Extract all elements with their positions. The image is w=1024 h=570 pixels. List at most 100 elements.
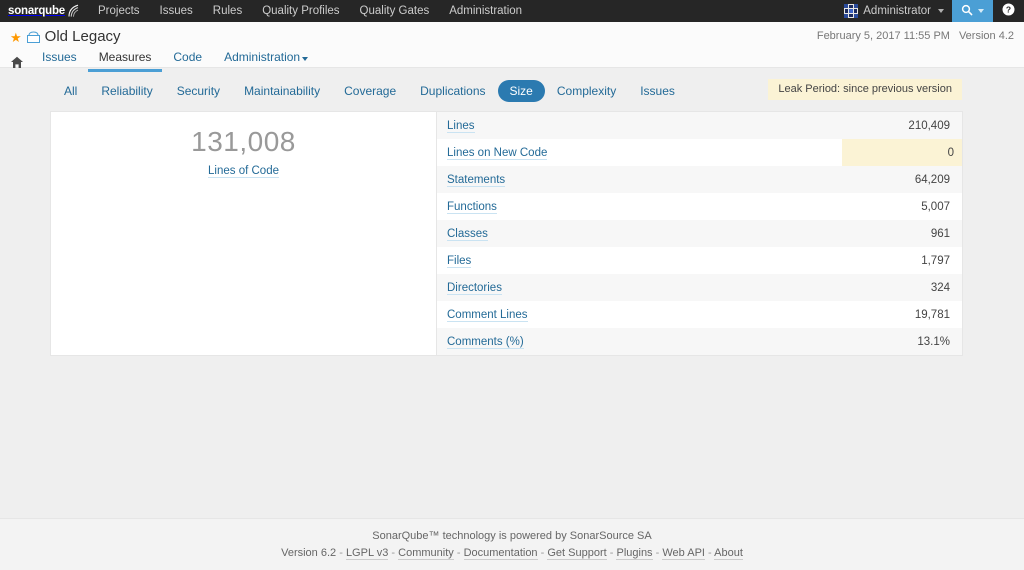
measure-value-statements: 64,209 bbox=[914, 173, 950, 186]
table-row[interactable]: Files 1,797 bbox=[437, 247, 962, 274]
global-navbar: sonarqube Projects Issues Rules Quality … bbox=[0, 0, 1024, 22]
svg-text:?: ? bbox=[1006, 5, 1011, 15]
measure-name-cell: Lines on New Code bbox=[437, 139, 842, 166]
footer-link-lgpl[interactable]: LGPL v3 bbox=[345, 547, 389, 560]
measure-value-comments-percent: 13.1% bbox=[917, 335, 950, 348]
chevron-down-icon bbox=[938, 9, 944, 13]
sonarqube-logo-text: sonarqube bbox=[8, 5, 65, 17]
domain-tab-duplications[interactable]: Duplications bbox=[408, 80, 497, 102]
footer-link-web-api[interactable]: Web API bbox=[662, 547, 705, 560]
overview-measure: 131,008 Lines of Code bbox=[51, 112, 437, 355]
footer-links: Version 6.2 - LGPL v3 - Community - Docu… bbox=[0, 545, 1024, 562]
help-button[interactable]: ? bbox=[993, 0, 1024, 22]
table-row[interactable]: Comments (%) 13.1% bbox=[437, 328, 962, 355]
global-menu: Projects Issues Rules Quality Profiles Q… bbox=[88, 0, 532, 22]
measures-table: Lines 210,409 Lines on New Code 0 Statem… bbox=[437, 112, 962, 355]
measure-link-comments-percent[interactable]: Comments (%) bbox=[447, 335, 524, 349]
measure-name-cell: Files bbox=[437, 247, 842, 274]
page-footer: SonarQube™ technology is powered by Sona… bbox=[0, 518, 1024, 570]
measure-link-functions[interactable]: Functions bbox=[447, 200, 497, 214]
footer-version: Version 6.2 bbox=[281, 547, 337, 559]
project-icon bbox=[26, 31, 40, 43]
measure-name-cell: Directories bbox=[437, 274, 842, 301]
global-nav-item-administration[interactable]: Administration bbox=[439, 0, 532, 22]
measures-list: Lines 210,409 Lines on New Code 0 Statem… bbox=[437, 112, 962, 355]
footer-link-get-support[interactable]: Get Support bbox=[547, 547, 607, 560]
measure-link-statements[interactable]: Statements bbox=[447, 173, 506, 187]
user-menu-label: Administrator bbox=[863, 5, 931, 17]
footer-link-community[interactable]: Community bbox=[398, 547, 454, 560]
footer-separator: - bbox=[708, 547, 712, 559]
measure-link-classes[interactable]: Classes bbox=[447, 227, 488, 241]
search-icon bbox=[961, 4, 973, 19]
table-row[interactable]: Directories 324 bbox=[437, 274, 962, 301]
table-row[interactable]: Statements 64,209 bbox=[437, 166, 962, 193]
measure-link-files[interactable]: Files bbox=[447, 254, 472, 268]
overview-label: Lines of Code bbox=[51, 165, 436, 178]
chevron-down-icon bbox=[302, 57, 309, 61]
measure-value-lines: 210,409 bbox=[908, 119, 950, 132]
table-row[interactable]: Classes 961 bbox=[437, 220, 962, 247]
project-context-nav: ★ Old Legacy February 5, 2017 11:55 PM V… bbox=[0, 22, 1024, 72]
global-nav-item-quality-profiles[interactable]: Quality Profiles bbox=[252, 0, 349, 22]
global-nav-item-projects[interactable]: Projects bbox=[88, 0, 150, 22]
measure-name-cell: Comments (%) bbox=[437, 328, 842, 355]
footer-tagline: SonarQube™ technology is powered by Sona… bbox=[372, 530, 652, 542]
footer-link-plugins[interactable]: Plugins bbox=[616, 547, 653, 560]
domain-tab-security[interactable]: Security bbox=[165, 80, 232, 102]
footer-separator: - bbox=[391, 547, 396, 559]
sonarqube-wave-icon bbox=[66, 4, 80, 18]
global-nav-item-rules[interactable]: Rules bbox=[203, 0, 252, 22]
measure-name-cell: Classes bbox=[437, 220, 842, 247]
footer-link-about[interactable]: About bbox=[714, 547, 743, 560]
global-nav-item-issues[interactable]: Issues bbox=[150, 0, 203, 22]
help-icon: ? bbox=[1002, 3, 1015, 19]
domain-tab-coverage[interactable]: Coverage bbox=[332, 80, 408, 102]
measure-name-cell: Lines bbox=[437, 112, 842, 139]
chevron-down-icon bbox=[978, 9, 984, 13]
footer-separator: - bbox=[609, 547, 614, 559]
star-icon[interactable]: ★ bbox=[10, 31, 22, 44]
measure-name-cell: Comment Lines bbox=[437, 301, 842, 328]
domain-tab-size[interactable]: Size bbox=[497, 80, 545, 102]
measure-value-comment-lines: 19,781 bbox=[914, 308, 950, 321]
domain-tab-maintainability[interactable]: Maintainability bbox=[232, 80, 332, 102]
leak-period-badge: Leak Period: since previous version bbox=[768, 79, 962, 100]
measure-link-lines[interactable]: Lines bbox=[447, 119, 475, 133]
measure-value-files: 1,797 bbox=[921, 254, 950, 267]
project-version: Version 4.2 bbox=[958, 30, 1014, 42]
domain-tab-issues[interactable]: Issues bbox=[628, 80, 687, 102]
overview-label-link[interactable]: Lines of Code bbox=[208, 165, 279, 178]
domain-tab-all[interactable]: All bbox=[52, 80, 89, 102]
measure-value-functions: 5,007 bbox=[921, 200, 950, 213]
table-row[interactable]: Comment Lines 19,781 bbox=[437, 301, 962, 328]
user-menu-button[interactable]: Administrator bbox=[836, 0, 952, 22]
domain-tab-reliability[interactable]: Reliability bbox=[89, 80, 164, 102]
sonarqube-page: sonarqube Projects Issues Rules Quality … bbox=[0, 0, 1024, 570]
global-navbar-right: Administrator ? bbox=[836, 0, 1024, 22]
footer-link-documentation[interactable]: Documentation bbox=[463, 547, 538, 560]
measure-value-classes: 961 bbox=[930, 227, 950, 240]
table-row[interactable]: Lines 210,409 bbox=[437, 112, 962, 139]
footer-separator: - bbox=[655, 547, 660, 559]
project-meta: February 5, 2017 11:55 PM Version 4.2 bbox=[817, 30, 1014, 42]
measure-name-cell: Functions bbox=[437, 193, 842, 220]
tab-administration-label: Administration bbox=[224, 50, 301, 64]
footer-separator: - bbox=[456, 547, 461, 559]
domain-tab-complexity[interactable]: Complexity bbox=[545, 80, 628, 102]
footer-separator: - bbox=[540, 547, 545, 559]
sonarqube-logo[interactable]: sonarqube bbox=[0, 0, 88, 22]
measure-value-directories: 324 bbox=[930, 281, 950, 294]
measures-table-body: Lines 210,409 Lines on New Code 0 Statem… bbox=[437, 112, 962, 355]
table-row[interactable]: Lines on New Code 0 bbox=[437, 139, 962, 166]
measure-value-lines-on-new-code: 0 bbox=[842, 139, 962, 166]
measure-link-lines-on-new-code[interactable]: Lines on New Code bbox=[447, 146, 548, 160]
global-nav-item-quality-gates[interactable]: Quality Gates bbox=[350, 0, 440, 22]
measure-name-cell: Statements bbox=[437, 166, 842, 193]
search-button[interactable] bbox=[952, 0, 993, 22]
table-row[interactable]: Functions 5,007 bbox=[437, 193, 962, 220]
measure-link-directories[interactable]: Directories bbox=[447, 281, 502, 295]
avatar bbox=[844, 4, 859, 18]
overview-value: 131,008 bbox=[191, 126, 296, 157]
measure-link-comment-lines[interactable]: Comment Lines bbox=[447, 308, 528, 322]
